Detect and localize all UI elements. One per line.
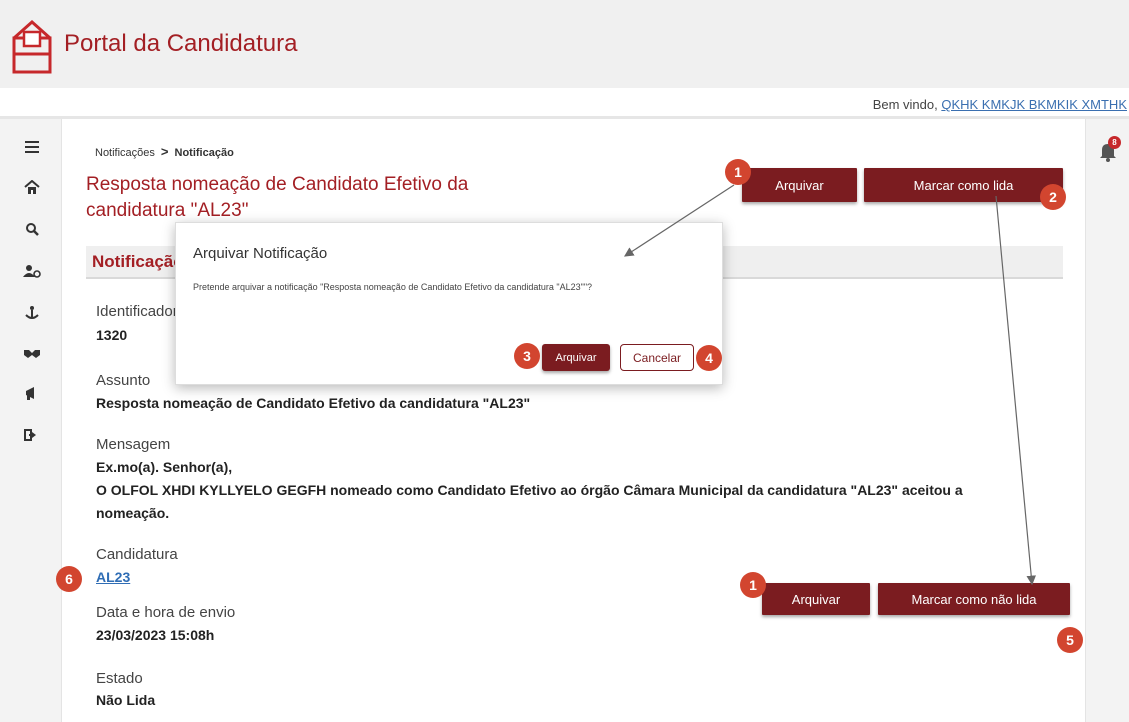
arrow-to-unread-button xyxy=(995,195,1037,586)
annotation-marker-4: 4 xyxy=(696,345,722,371)
arrow-to-dialog xyxy=(623,184,735,257)
annotation-marker-3: 3 xyxy=(514,343,540,369)
annotation-marker-5: 5 xyxy=(1057,627,1083,653)
annotation-marker-1-secondary: 1 xyxy=(740,572,766,598)
annotation-marker-6: 6 xyxy=(56,566,82,592)
annotation-marker-1: 1 xyxy=(725,159,751,185)
annotation-arrows xyxy=(623,184,1037,586)
annotation-marker-2: 2 xyxy=(1040,184,1066,210)
